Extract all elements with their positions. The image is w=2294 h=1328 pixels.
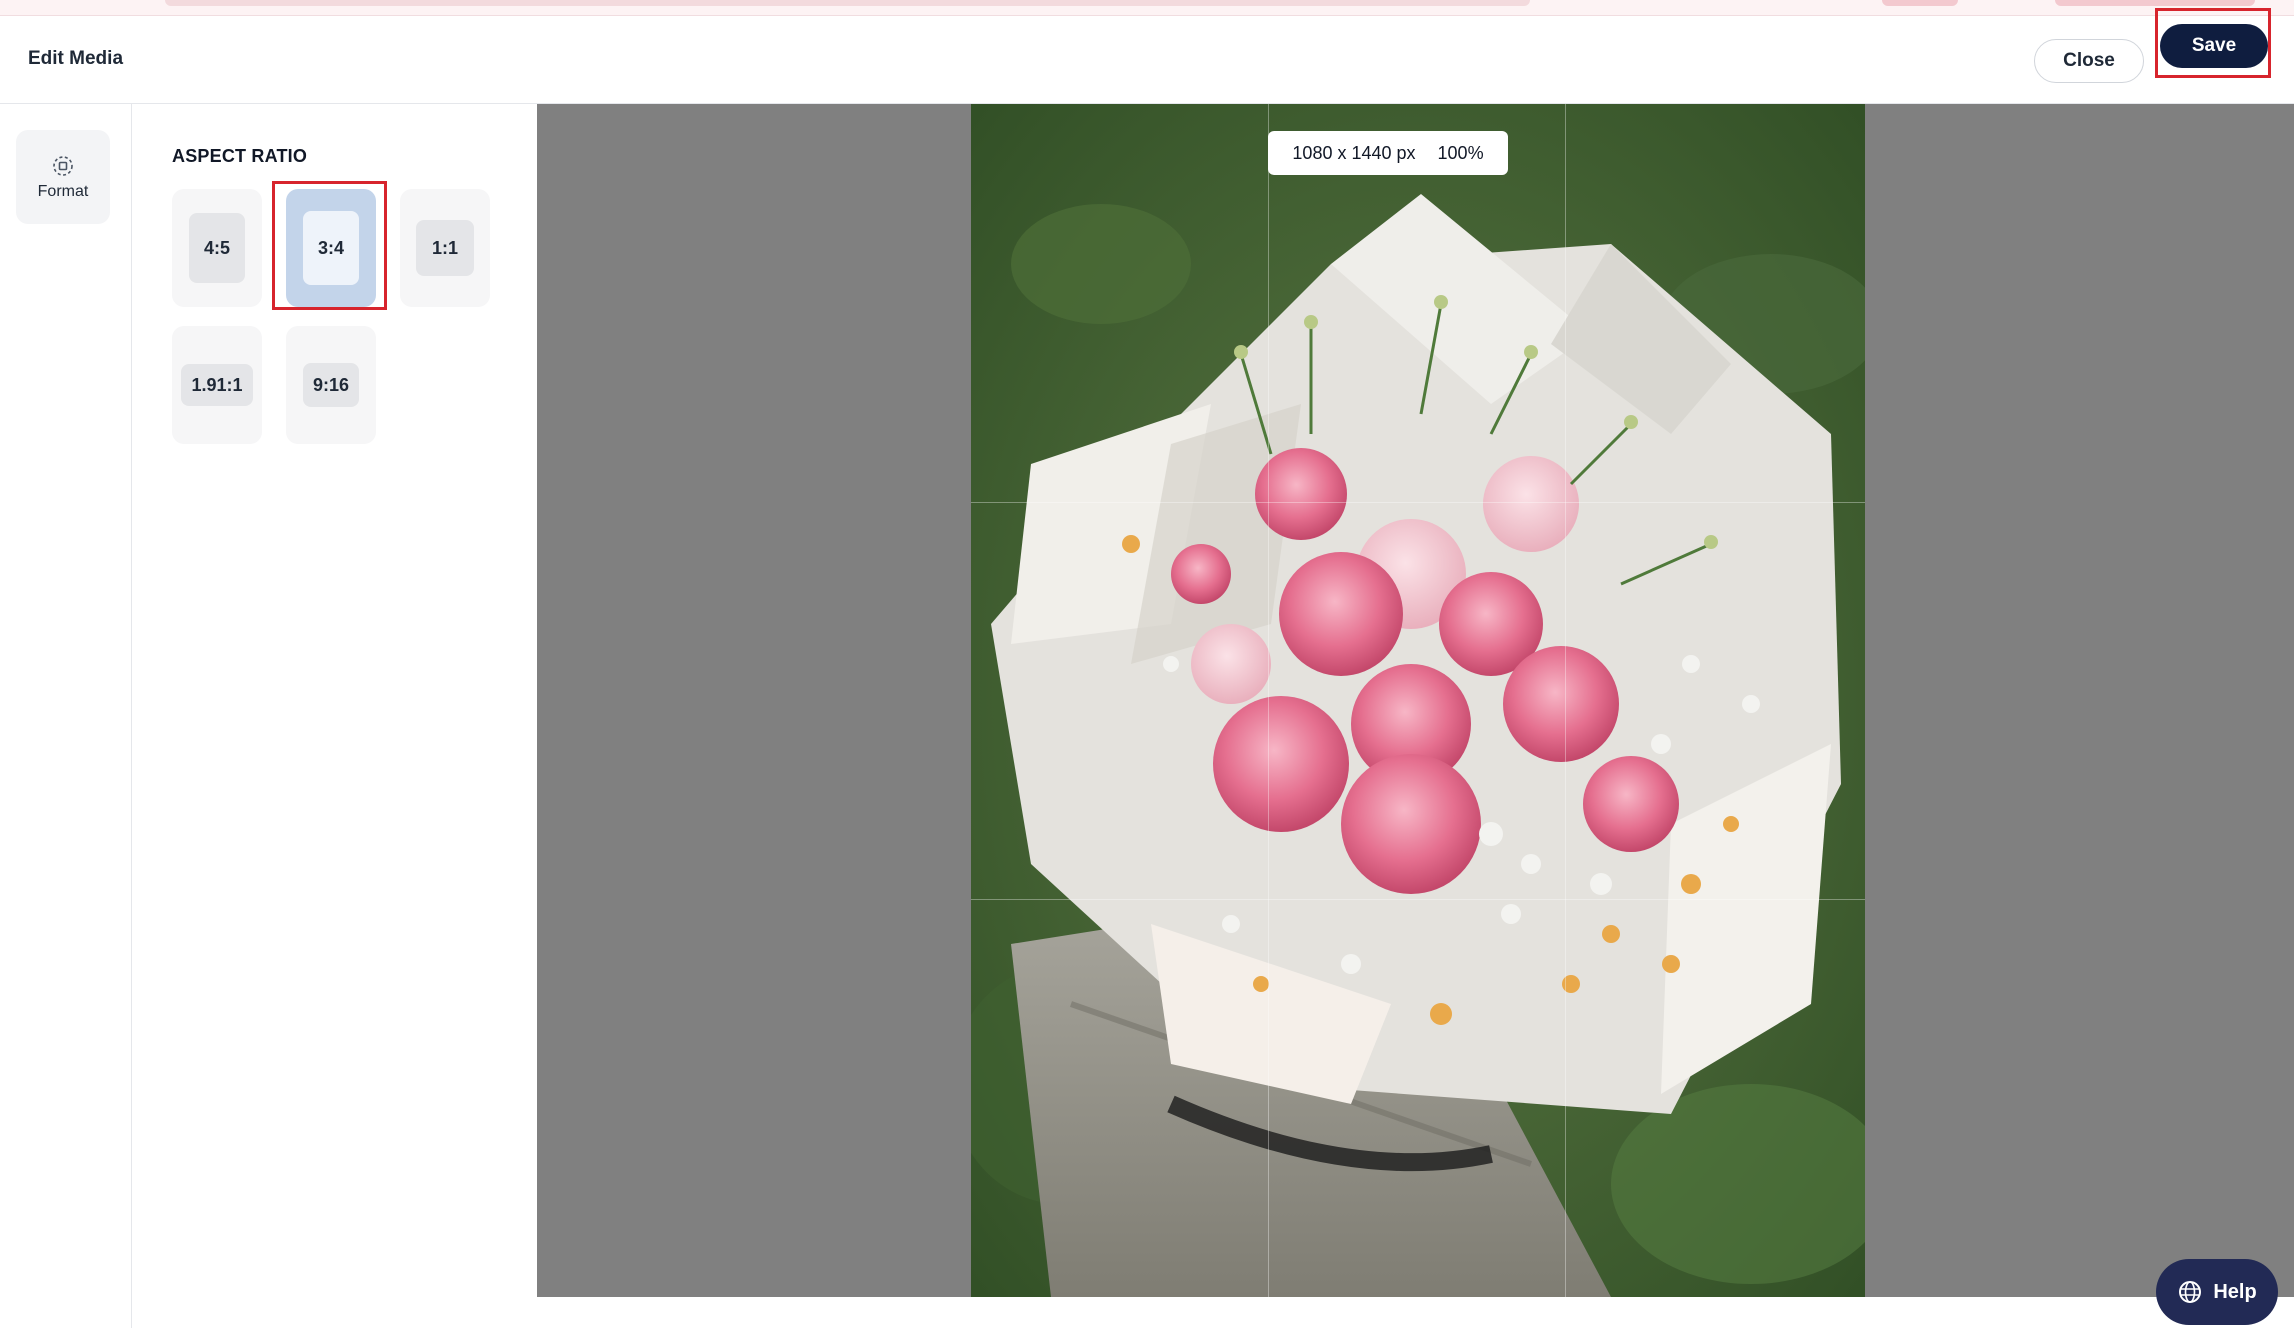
- top-strip-bar: [1882, 0, 1958, 6]
- grid-line: [971, 899, 1865, 900]
- top-strip-bar: [165, 0, 1530, 6]
- image-info-badge: 1080 x 1440 px 100%: [1268, 131, 1508, 175]
- selected-ratio-highlight: [272, 181, 387, 310]
- ratio-label: 1.91:1: [181, 364, 253, 406]
- crop-format-icon: [53, 156, 73, 176]
- zoom-level: 100%: [1437, 142, 1484, 163]
- ratio-option-1-91-1[interactable]: 1.91:1: [172, 326, 262, 444]
- ratio-label: 9:16: [303, 363, 359, 407]
- ratio-option-4-5[interactable]: 4:5: [172, 189, 262, 307]
- ratio-label: 1:1: [416, 220, 474, 276]
- help-label: Help: [2213, 1280, 2257, 1303]
- edit-media-header: Edit Media Close: [0, 16, 2294, 104]
- tool-rail: Format: [0, 104, 132, 1328]
- ratio-option-9-16[interactable]: 9:16: [286, 326, 376, 444]
- globe-help-icon: [2179, 1281, 2202, 1303]
- rail-item-label: Format: [37, 183, 89, 200]
- bouquet-image: [971, 104, 1865, 1297]
- help-button[interactable]: Help: [2156, 1259, 2278, 1325]
- grid-line: [971, 502, 1865, 503]
- grid-line: [1268, 104, 1269, 1297]
- ratio-label: 4:5: [189, 213, 245, 283]
- image-dimensions: 1080 x 1440 px: [1292, 142, 1416, 163]
- grid-line: [1565, 104, 1566, 1297]
- aspect-ratio-heading: ASPECT RATIO: [172, 146, 308, 166]
- bouquet-photo[interactable]: 1080 x 1440 px 100%: [971, 104, 1865, 1297]
- rail-item-format[interactable]: Format: [16, 130, 110, 224]
- ratio-option-1-1[interactable]: 1:1: [400, 189, 490, 307]
- top-strip-bar: [2055, 0, 2255, 6]
- image-canvas: 1080 x 1440 px 100%: [537, 104, 2294, 1297]
- page-title: Edit Media: [28, 48, 124, 69]
- save-button[interactable]: Save: [2160, 24, 2268, 68]
- browser-top-strip: [0, 0, 2294, 16]
- canvas-bottom-bar: [537, 1297, 2294, 1328]
- close-button[interactable]: Close: [2034, 39, 2144, 83]
